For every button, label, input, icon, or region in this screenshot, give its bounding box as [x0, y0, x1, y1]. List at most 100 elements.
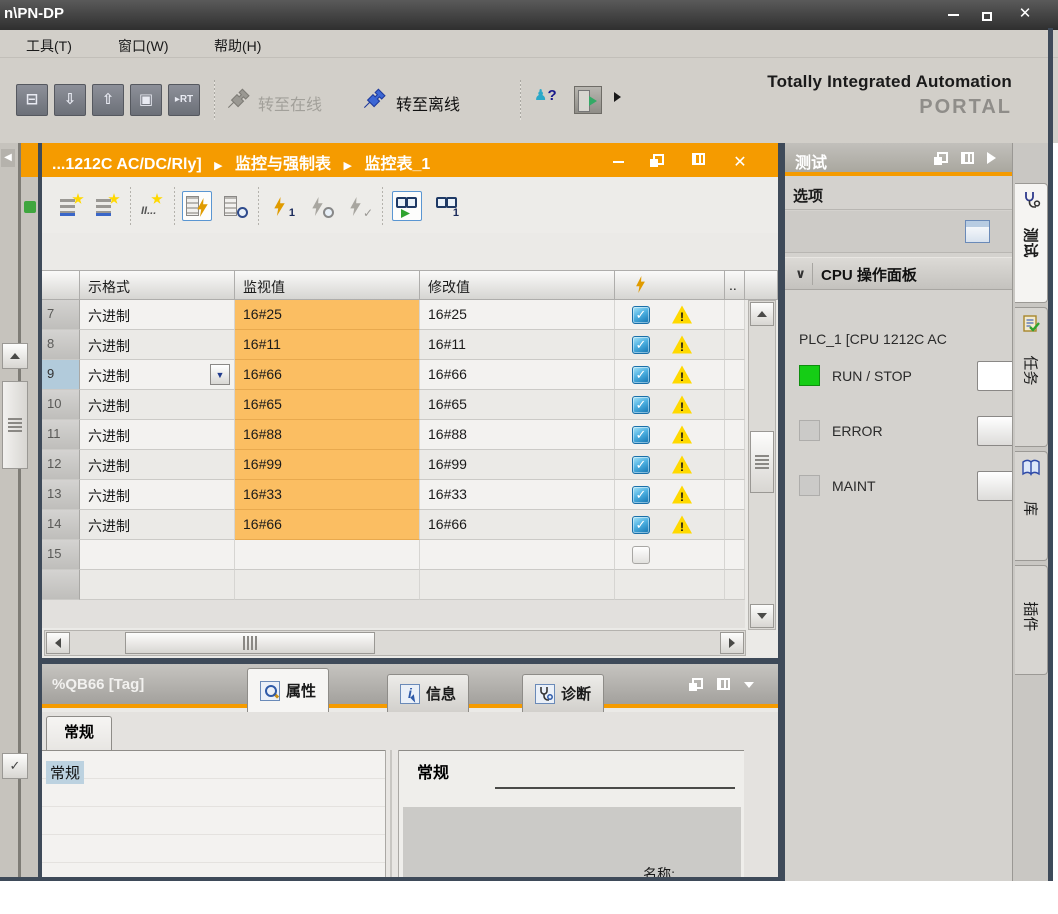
table-horizontal-scrollbar[interactable]	[44, 630, 746, 656]
monitor-value-cell[interactable]: 16#11	[235, 330, 420, 360]
start-simulation-icon[interactable]: ▣	[130, 84, 162, 116]
table-row[interactable]: 11六进制16#8816#88✓	[42, 420, 745, 450]
column-header-monitor[interactable]: 监视值	[235, 270, 420, 300]
panel-float-icon[interactable]	[937, 152, 948, 163]
modify-value-cell[interactable]	[420, 540, 615, 570]
download-to-device-icon[interactable]: ⇩	[54, 84, 86, 116]
table-row[interactable]	[42, 570, 745, 600]
modify-value-cell[interactable]: 16#88	[420, 420, 615, 450]
row-number-cell[interactable]: 11	[42, 420, 80, 450]
side-tab-addins[interactable]: 插件	[1015, 565, 1048, 675]
modify-enable-checkbox[interactable]: ✓	[632, 366, 650, 384]
modify-enable-checkbox[interactable]: ✓	[632, 336, 650, 354]
editor-minimize-icon[interactable]	[608, 152, 628, 168]
add-row-button[interactable]	[92, 191, 122, 221]
modify-value-cell[interactable]: 16#11	[420, 330, 615, 360]
scroll-up-button[interactable]	[750, 302, 774, 326]
display-format-cell[interactable]: 六进制▼	[80, 360, 235, 390]
maximize-button[interactable]	[974, 7, 1000, 27]
row-number-cell[interactable]: 8	[42, 330, 80, 360]
modify-value-cell[interactable]: 16#65	[420, 390, 615, 420]
insert-multiple-rows-button[interactable]: II...	[138, 191, 168, 221]
row-number-cell[interactable]	[42, 570, 80, 600]
editor-maximize-icon[interactable]	[688, 152, 708, 168]
table-vertical-scrollbar[interactable]	[748, 300, 776, 630]
modify-value-cell[interactable]: 16#33	[420, 480, 615, 510]
monitor-value-cell[interactable]: 16#65	[235, 390, 420, 420]
scroll-thumb-horizontal[interactable]	[125, 632, 375, 654]
tab-info[interactable]: 信息	[387, 674, 469, 712]
save-project-icon[interactable]: ⊟	[16, 84, 48, 116]
modify-value-cell[interactable]: 16#99	[420, 450, 615, 480]
row-number-cell[interactable]: 12	[42, 450, 80, 480]
tab-general-folder[interactable]: 常规	[46, 716, 112, 750]
row-number-cell[interactable]: 10	[42, 390, 80, 420]
display-format-cell[interactable]: 六进制	[80, 330, 235, 360]
inspector-float-icon[interactable]	[692, 678, 703, 689]
column-header-format[interactable]: 示格式	[80, 270, 235, 300]
display-format-cell[interactable]	[80, 540, 235, 570]
monitor-value-cell[interactable]	[235, 540, 420, 570]
menu-tools[interactable]: 工具(T)	[20, 34, 78, 58]
go-offline-button[interactable]: 转至离线	[396, 91, 460, 115]
modify-enable-checkbox[interactable]: ✓	[632, 516, 650, 534]
chevron-down-icon[interactable]: ∨	[789, 263, 813, 285]
column-header-modify[interactable]: 修改值	[420, 270, 615, 300]
row-number-cell[interactable]: 15	[42, 540, 80, 570]
table-row[interactable]: 7六进制16#2516#25✓	[42, 300, 745, 330]
display-format-cell[interactable]: 六进制	[80, 390, 235, 420]
monitor-value-cell[interactable]: 16#66	[235, 510, 420, 540]
display-format-cell[interactable]: 六进制	[80, 420, 235, 450]
modify-once-button[interactable]: 1	[268, 191, 298, 221]
display-format-cell[interactable]: 六进制	[80, 450, 235, 480]
scroll-down-button[interactable]	[750, 604, 774, 628]
splitter-handle[interactable]	[385, 750, 399, 877]
menu-window[interactable]: 窗口(W)	[112, 34, 175, 58]
table-row[interactable]: 10六进制16#6516#65✓	[42, 390, 745, 420]
left-scroll-up-button[interactable]	[2, 343, 28, 369]
modify-enable-checkbox[interactable]: ✓	[632, 306, 650, 324]
info-system-icon[interactable]: ♟?	[534, 86, 564, 116]
column-header-modify-enable[interactable]	[615, 270, 725, 300]
insert-row-button[interactable]	[56, 191, 86, 221]
upload-from-device-icon[interactable]: ⇧	[92, 84, 124, 116]
breadcrumb-watch-tables[interactable]: 监控与强制表	[235, 156, 331, 173]
monitor-all-button[interactable]	[182, 191, 212, 221]
scroll-right-button[interactable]	[720, 632, 744, 654]
modify-value-cell[interactable]: 16#66	[420, 360, 615, 390]
modify-value-cell[interactable]	[420, 570, 615, 600]
modify-enable-checkbox[interactable]: ✓	[632, 486, 650, 504]
monitor-value-cell[interactable]: 16#99	[235, 450, 420, 480]
side-tab-libraries[interactable]: 库	[1015, 451, 1048, 561]
scroll-left-button[interactable]	[46, 632, 70, 654]
cpu-panel-section-header[interactable]: ∨ CPU 操作面板	[785, 257, 1012, 290]
watch-once-button[interactable]: 1	[432, 191, 462, 221]
go-online-button[interactable]: 转至在线	[258, 91, 322, 115]
side-tab-test[interactable]: 测试	[1015, 183, 1048, 303]
monitor-once-button[interactable]	[220, 191, 250, 221]
modify-enable-checkbox[interactable]: ✓	[632, 396, 650, 414]
start-runtime-icon[interactable]: ▸RT	[168, 84, 200, 116]
modify-enable-checkbox[interactable]: ✓	[632, 426, 650, 444]
table-row[interactable]: 14六进制16#6616#66✓	[42, 510, 745, 540]
format-dropdown-button[interactable]: ▼	[210, 364, 230, 385]
column-header-index[interactable]	[42, 270, 80, 300]
tab-diagnostics[interactable]: 诊断	[522, 674, 604, 712]
display-format-cell[interactable]: 六进制	[80, 300, 235, 330]
row-number-cell[interactable]: 9	[42, 360, 80, 390]
editor-close-icon[interactable]: ✕	[730, 152, 750, 168]
modify-value-cell[interactable]: 16#25	[420, 300, 615, 330]
scroll-thumb[interactable]	[750, 431, 774, 493]
modify-enable-checkbox[interactable]	[632, 546, 650, 564]
table-row[interactable]: 12六进制16#9916#99✓	[42, 450, 745, 480]
left-bottom-check-icon[interactable]: ✓	[2, 753, 28, 779]
panel-collapse-icon[interactable]	[987, 152, 996, 164]
inspector-collapse-icon[interactable]	[744, 682, 754, 688]
side-tab-tasks[interactable]: 任务	[1015, 307, 1048, 447]
inspector-layout-icon[interactable]	[717, 678, 730, 690]
display-format-cell[interactable]: 六进制	[80, 510, 235, 540]
expand-toolbar-icon[interactable]	[614, 92, 621, 102]
panel-layout-icon[interactable]	[961, 152, 974, 164]
row-number-cell[interactable]: 13	[42, 480, 80, 510]
modify-value-cell[interactable]: 16#66	[420, 510, 615, 540]
